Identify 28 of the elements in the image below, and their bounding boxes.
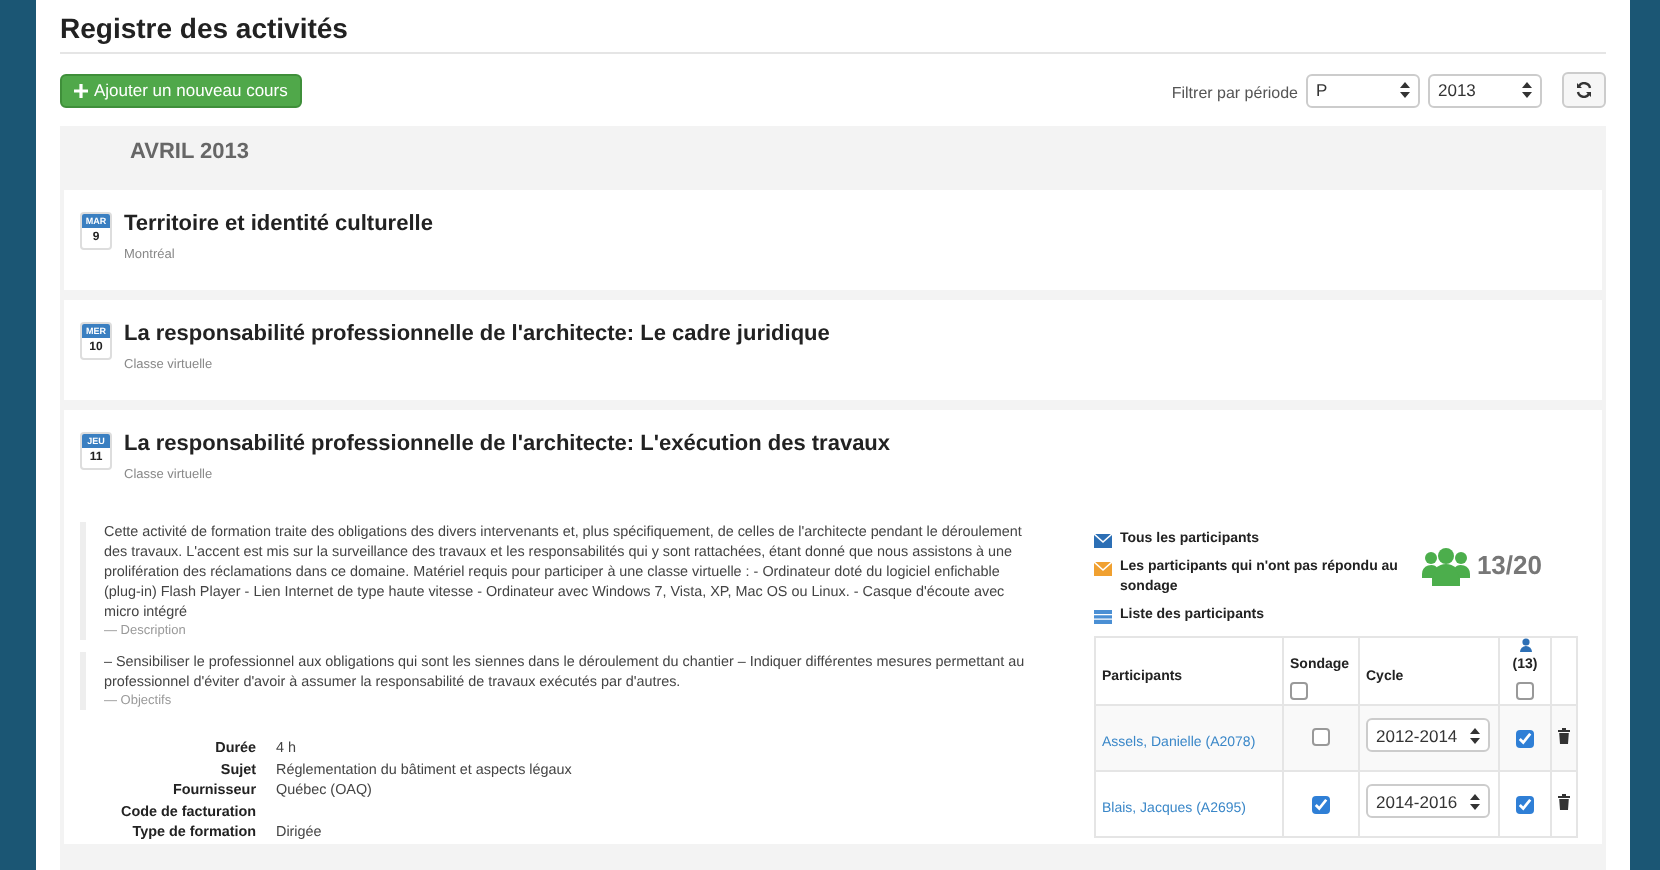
envelope-icon [1094, 562, 1112, 576]
trash-icon[interactable] [1558, 794, 1570, 811]
course-title[interactable]: Territoire et identité culturelle [124, 212, 433, 238]
period-select[interactable]: P [1306, 73, 1420, 107]
checkbox[interactable] [1290, 681, 1308, 699]
checkbox[interactable] [1312, 727, 1330, 745]
updown-icon [1470, 727, 1480, 744]
trash-icon[interactable] [1558, 728, 1570, 745]
group-icon [1422, 546, 1471, 586]
envelope-icon [1094, 534, 1112, 548]
page-title: Registre des activités [60, 10, 350, 46]
participant-count: 13/20 [1476, 548, 1542, 585]
updown-icon [1470, 793, 1480, 810]
cycle-select[interactable]: 2012-2014 [1366, 718, 1490, 753]
list-icon [1094, 610, 1112, 624]
month-heading: AVRIL 2013 [130, 138, 250, 169]
year-select[interactable]: 2013 [1428, 73, 1542, 107]
updown-icon [1522, 82, 1532, 98]
filter-label: Filtrer par période [1171, 82, 1298, 106]
refresh-icon [1576, 82, 1592, 98]
course-title[interactable]: La responsabilité professionnelle de l'architecte: Le cadre juridique [124, 322, 830, 348]
checkbox[interactable] [1516, 681, 1534, 699]
person-icon [1519, 638, 1531, 652]
cycle-select[interactable]: 2014-2016 [1366, 784, 1490, 819]
refresh-button[interactable] [1562, 72, 1606, 108]
updown-icon [1400, 82, 1410, 98]
plus-icon [74, 84, 88, 98]
course-title[interactable]: La responsabilité professionnelle de l'architecte: L'exécution des travaux [124, 432, 891, 458]
